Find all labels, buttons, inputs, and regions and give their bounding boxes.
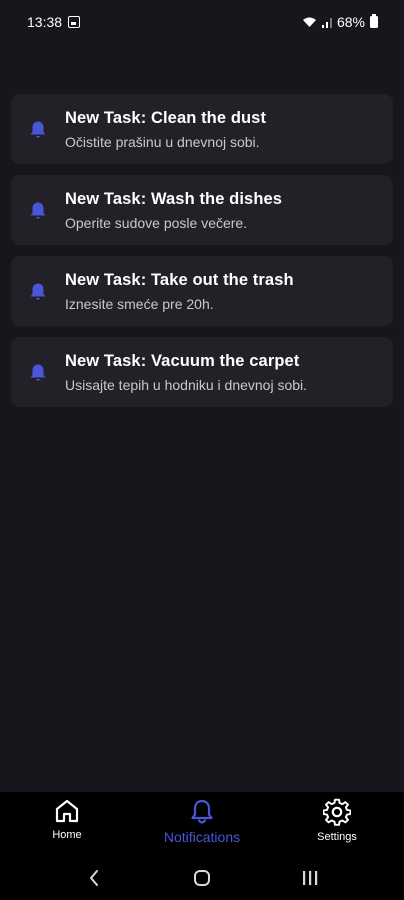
battery-icon [370,14,378,28]
system-back-button[interactable] [74,863,114,893]
nav-settings-label: Settings [317,831,357,843]
nav-notifications-label: Notifications [163,829,241,845]
notification-text: New Task: Wash the dishes Operite sudove… [65,190,282,231]
notification-list: New Task: Clean the dust Očistite prašin… [11,94,393,418]
status-right: 68% [302,14,378,30]
screen: 13:38 68% New Task: Clean the dust Očist… [0,0,404,900]
notification-body: Iznesite smeće pre 20h. [65,295,214,312]
notification-body: Usisajte tepih u hodniku i dnevnoj sobi. [65,376,308,393]
notification-body: Operite sudove posle večere. [65,214,248,231]
bottom-navigation: Home Notifications Settings [0,792,404,856]
notification-text: New Task: Vacuum the carpet Usisajte tep… [65,352,307,393]
image-notification-icon [68,16,81,28]
notification-title: New Task: Take out the trash [65,270,294,289]
nav-home[interactable]: Home [0,798,134,841]
notification-card[interactable]: New Task: Wash the dishes Operite sudove… [11,175,393,245]
notification-text: New Task: Take out the trash Iznesite sm… [65,271,294,312]
bell-icon [11,120,65,140]
gear-icon [323,798,351,826]
nav-settings[interactable]: Settings [270,798,404,843]
battery-percent: 68% [336,14,365,30]
system-home-button[interactable] [182,863,222,893]
notification-title: New Task: Clean the dust [65,108,267,127]
status-time: 13:38 [27,14,63,30]
signal-icon [321,17,332,28]
bell-icon [11,201,65,221]
notification-title: New Task: Vacuum the carpet [65,351,300,370]
recents-icon [303,871,318,885]
notification-card[interactable]: New Task: Clean the dust Očistite prašin… [11,94,393,164]
system-navigation-bar [0,856,404,900]
notification-card[interactable]: New Task: Vacuum the carpet Usisajte tep… [11,337,393,407]
bell-outline-icon [191,799,213,824]
chevron-left-icon [90,870,98,886]
rounded-square-icon [194,870,210,886]
home-icon [55,799,79,823]
notification-card[interactable]: New Task: Take out the trash Iznesite sm… [11,256,393,326]
status-left: 13:38 [27,14,81,30]
nav-home-label: Home [52,829,82,841]
notification-title: New Task: Wash the dishes [65,189,283,208]
wifi-icon [302,17,316,27]
bell-icon [11,282,65,302]
system-recents-button[interactable] [290,863,330,893]
bell-icon [11,363,65,383]
notification-body: Očistite prašinu u dnevnoj sobi. [65,133,260,150]
nav-notifications[interactable]: Notifications [135,798,269,845]
notification-text: New Task: Clean the dust Očistite prašin… [65,109,266,150]
status-bar: 13:38 68% [0,0,404,44]
